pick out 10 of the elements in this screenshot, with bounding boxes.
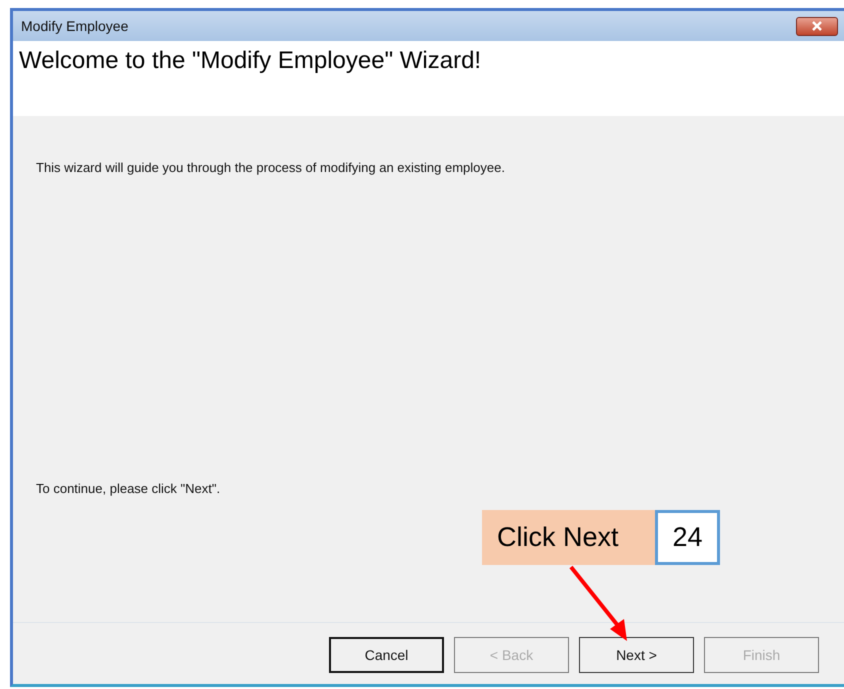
step-number: 24 xyxy=(655,510,720,565)
wizard-button[interactable]: Cancel xyxy=(329,637,444,673)
wizard-button[interactable]: Next > xyxy=(579,637,694,673)
wizard-heading: Welcome to the "Modify Employee" Wizard! xyxy=(19,47,482,74)
window-title: Modify Employee xyxy=(21,18,128,34)
close-button[interactable] xyxy=(796,16,838,36)
close-icon xyxy=(811,21,823,31)
callout-label: Click Next xyxy=(482,510,655,565)
continue-text: To continue, please click "Next". xyxy=(36,481,222,496)
intro-text: This wizard will guide you through the process of modifying an existing employee. xyxy=(36,160,506,175)
